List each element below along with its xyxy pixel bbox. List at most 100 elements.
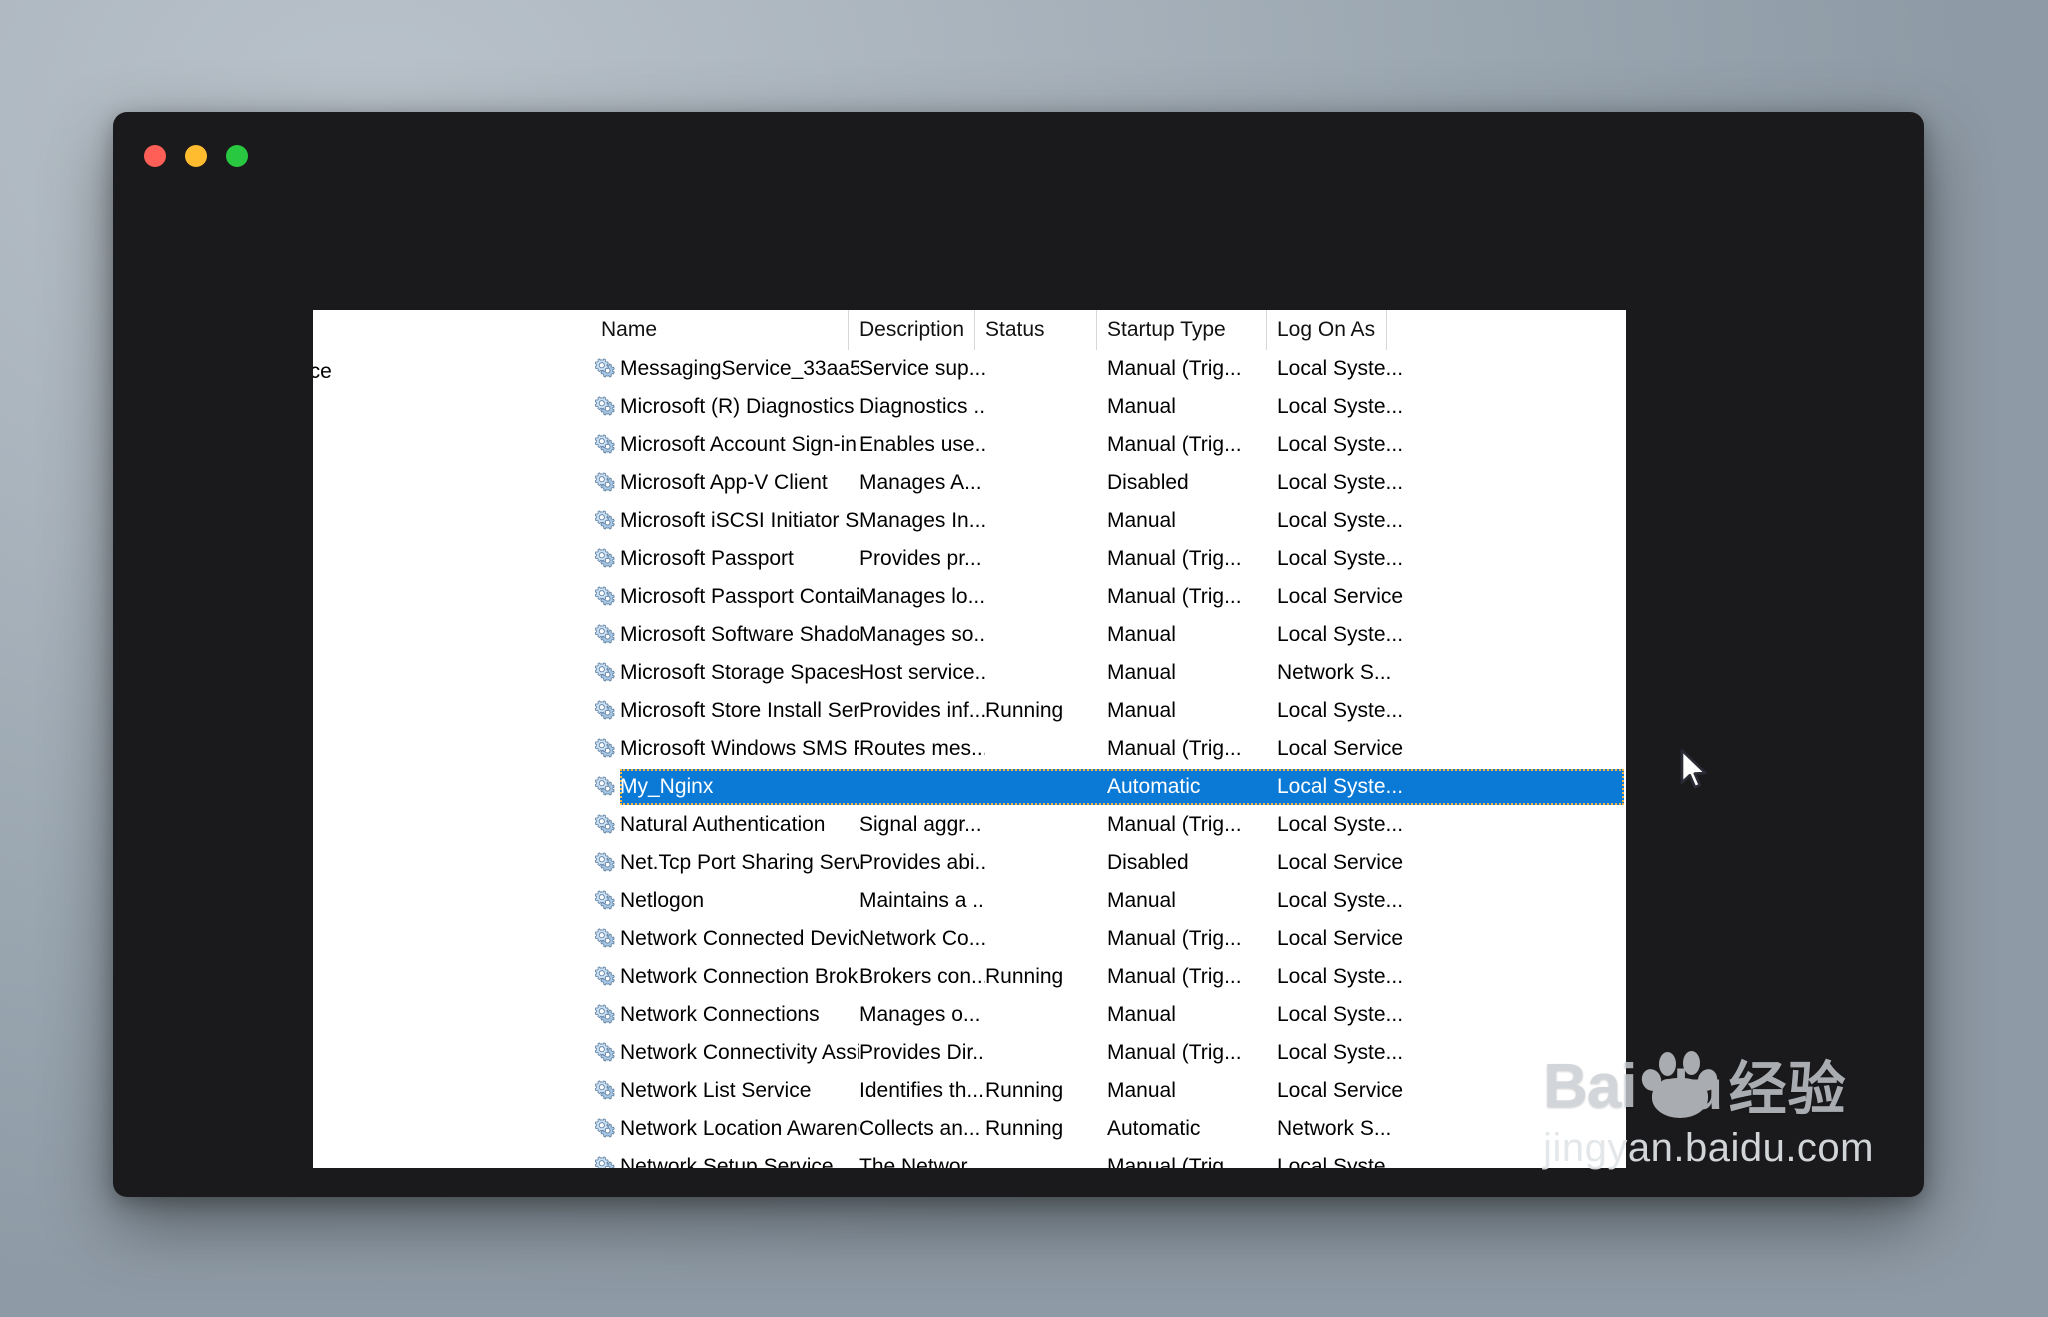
cell-name: Netlogon (620, 889, 859, 913)
service-gear-icon (595, 966, 617, 988)
maximize-window-button[interactable] (226, 145, 248, 167)
cell-startup-type: Manual (Trig... (1107, 585, 1277, 609)
table-row[interactable]: Network List ServiceIdentifies th...Runn… (591, 1072, 1626, 1110)
table-row[interactable]: Microsoft Windows SMS Ro...Routes mes...… (591, 730, 1626, 768)
column-header-status[interactable]: Status (975, 310, 1097, 350)
service-gear-icon (591, 1148, 620, 1168)
table-row[interactable]: Natural AuthenticationSignal aggr...Manu… (591, 806, 1626, 844)
service-gear-icon (591, 540, 620, 578)
table-row[interactable]: Network ConnectionsManages o...ManualLoc… (591, 996, 1626, 1034)
table-row[interactable]: NetlogonMaintains a ...ManualLocal Syste… (591, 882, 1626, 920)
table-row[interactable]: Network Setup ServiceThe Networ...Manual… (591, 1148, 1626, 1168)
cell-startup-type: Disabled (1107, 851, 1277, 875)
cell-startup-type: Manual (Trig... (1107, 1041, 1277, 1065)
service-gear-icon (595, 700, 617, 722)
service-gear-icon (591, 882, 620, 920)
column-header-name[interactable]: Name (591, 310, 849, 350)
services-row-container: MessagingService_33aa5Service sup... Manu… (591, 350, 1626, 1168)
cell-description: Enables use... (859, 433, 985, 457)
table-row[interactable]: Microsoft App-V ClientManages A...Disabl… (591, 464, 1626, 502)
table-row[interactable]: Microsoft (R) Diagnostics H...Diagnostic… (591, 388, 1626, 426)
service-gear-icon (591, 692, 620, 730)
cell-log-on-as: Local Syste... (1277, 547, 1437, 571)
service-gear-icon (595, 1042, 617, 1064)
column-header-log-on-as[interactable]: Log On As (1267, 310, 1387, 350)
cell-startup-type: Manual (Trig... (1107, 737, 1277, 761)
cell-log-on-as: Local Syste... (1277, 1003, 1437, 1027)
tree-pane-clipped-label: ice (313, 360, 332, 384)
service-gear-icon (591, 958, 620, 996)
cell-startup-type: Automatic (1107, 1117, 1277, 1141)
service-gear-icon (595, 358, 617, 380)
column-header-description[interactable]: Description (849, 310, 975, 350)
cell-description: Brokers con... (859, 965, 985, 989)
cell-status: Running (985, 699, 1107, 723)
close-window-button[interactable] (144, 145, 166, 167)
cell-startup-type: Manual (1107, 1003, 1277, 1027)
cell-startup-type: Manual (1107, 661, 1277, 685)
table-row[interactable]: Microsoft PassportProvides pr...Manual (… (591, 540, 1626, 578)
cell-description: Manages A... (859, 471, 985, 495)
cell-status: Running (985, 1079, 1107, 1103)
cell-log-on-as: Network S... (1277, 1117, 1437, 1141)
table-row[interactable]: Microsoft Passport ContainerManages lo..… (591, 578, 1626, 616)
table-row[interactable]: MessagingService_33aa5Service sup... Manu… (591, 350, 1626, 388)
table-row-selected[interactable]: My_NginxAutomaticLocal Syste... (591, 768, 1626, 806)
table-row[interactable]: Net.Tcp Port Sharing ServiceProvides abi… (591, 844, 1626, 882)
minimize-window-button[interactable] (185, 145, 207, 167)
cell-log-on-as: Local Service (1277, 585, 1437, 609)
cell-log-on-as: Local Syste... (1277, 395, 1437, 419)
service-gear-icon (595, 396, 617, 418)
service-gear-icon (595, 738, 617, 760)
table-row[interactable]: Microsoft Storage Spaces S...Host servic… (591, 654, 1626, 692)
cell-startup-type: Manual (1107, 889, 1277, 913)
services-column-header: Name Description Status Startup Type Log… (591, 310, 1626, 350)
table-row[interactable]: Network Connectivity Assis...Provides Di… (591, 1034, 1626, 1072)
cell-log-on-as: Local Syste... (1277, 433, 1437, 457)
service-gear-icon (591, 1072, 620, 1110)
cell-log-on-as: Local Syste... (1277, 509, 1437, 533)
watermark-brand-cn: 经验 (1729, 1060, 1847, 1118)
table-row[interactable]: Microsoft Store Install ServiceProvides … (591, 692, 1626, 730)
service-gear-icon (591, 350, 620, 388)
service-gear-icon (595, 1004, 617, 1026)
cell-name: Network Location Awareness (620, 1117, 859, 1141)
service-gear-icon (591, 996, 620, 1034)
cell-name: Microsoft Passport (620, 547, 859, 571)
cell-log-on-as: Local Service (1277, 1079, 1437, 1103)
service-gear-icon (591, 844, 620, 882)
cell-name: Network Connection Broker (620, 965, 859, 989)
cell-log-on-as: Local Syste... (1277, 775, 1437, 799)
table-row[interactable]: Microsoft Account Sign-in ...Enables use… (591, 426, 1626, 464)
services-list-pane[interactable]: ice Name Description Status Startup Type… (313, 310, 1626, 1168)
cell-description: Maintains a ... (859, 889, 985, 913)
table-row[interactable]: Microsoft iSCSI Initiator Ser...Manages … (591, 502, 1626, 540)
cell-log-on-as: Local Syste... (1277, 965, 1437, 989)
service-gear-icon (595, 1080, 617, 1102)
cell-name: Network List Service (620, 1079, 859, 1103)
cell-log-on-as: Local Syste... (1277, 357, 1437, 381)
cell-startup-type: Manual (Trig... (1107, 357, 1277, 381)
cell-name: Microsoft iSCSI Initiator Ser... (620, 509, 859, 533)
cell-description: Provides inf... (859, 699, 985, 723)
cell-log-on-as: Local Syste... (1277, 813, 1437, 837)
service-gear-icon (591, 502, 620, 540)
cell-description: Identifies th... (859, 1079, 985, 1103)
service-gear-icon (595, 928, 617, 950)
table-row[interactable]: Network Location AwarenessCollects an...… (591, 1110, 1626, 1148)
column-header-startup-type[interactable]: Startup Type (1097, 310, 1267, 350)
cell-startup-type: Manual (1107, 509, 1277, 533)
service-gear-icon (591, 426, 620, 464)
cell-description: Collects an... (859, 1117, 985, 1141)
cell-name: My_Nginx (620, 775, 859, 799)
cell-log-on-as: Local Service (1277, 851, 1437, 875)
cell-description: Service sup... (859, 357, 985, 381)
table-row[interactable]: Network Connection BrokerBrokers con...R… (591, 958, 1626, 996)
cell-name: MessagingService_33aa5 (620, 357, 859, 381)
table-row[interactable]: Microsoft Software Shadow...Manages so..… (591, 616, 1626, 654)
cell-name: Microsoft Windows SMS Ro... (620, 737, 859, 761)
cell-name: Microsoft Software Shadow... (620, 623, 859, 647)
cell-description: Manages o... (859, 1003, 985, 1027)
service-gear-icon (591, 1110, 620, 1148)
table-row[interactable]: Network Connected Device...Network Co...… (591, 920, 1626, 958)
